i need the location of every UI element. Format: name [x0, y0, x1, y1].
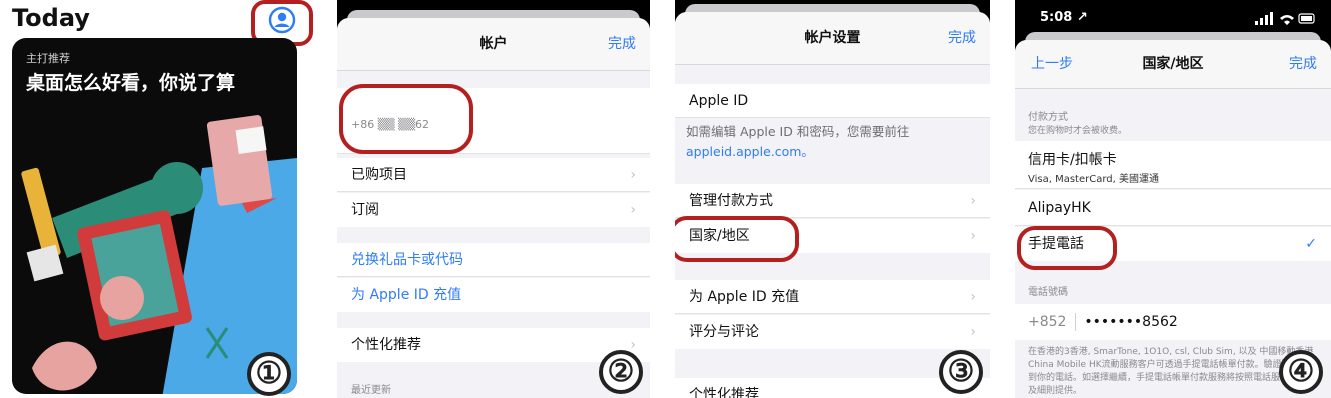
alipay-label: AlipayHK	[1028, 200, 1091, 216]
purchased-label: 已购项目	[351, 167, 407, 183]
card-title: 桌面怎么好看，你说了算	[26, 72, 236, 94]
done-button[interactable]: 完成	[608, 18, 636, 70]
apple-id-note: 如需编辑 Apple ID 和密码，您需要前往 appleid.apple.co…	[686, 122, 980, 162]
personalized-row[interactable]: 个性化推荐 ›	[337, 328, 650, 362]
redeem-row[interactable]: 兑换礼品卡或代码	[337, 243, 650, 277]
apple-id-note-text: 如需编辑 Apple ID 和密码，您需要前往	[686, 124, 910, 139]
card-artwork	[21, 115, 297, 394]
apple-id-link[interactable]: appleid.apple.com。	[686, 144, 814, 159]
chevron-right-icon: ›	[970, 192, 976, 209]
page-title: Today	[12, 4, 90, 32]
credit-card-row[interactable]: 信用卡/扣帳卡 Visa, MasterCard, 美國運通	[1015, 141, 1331, 189]
step-number-1: ①	[247, 352, 291, 396]
recent-updates-header: 最近更新	[351, 385, 391, 396]
personalized-label: 个性化推荐	[351, 337, 421, 353]
account-icon[interactable]	[268, 6, 296, 34]
chevron-right-icon: ›	[630, 166, 636, 183]
account-sheet: 帐户 完成 +86 ▒▒ ▒▒62 已购项目 › 订阅 › 兑换礼品卡或代码 为…	[337, 18, 650, 398]
chevron-right-icon: ›	[970, 288, 976, 305]
ratings-label: 评分与评论	[689, 324, 759, 340]
checkmark-icon: ✓	[1305, 236, 1317, 252]
add-funds-row[interactable]: 为 Apple ID 充值	[337, 278, 650, 312]
status-time: 5:08 ↗	[1040, 10, 1088, 25]
credit-card-label: 信用卡/扣帳卡	[1028, 152, 1117, 168]
add-funds-row[interactable]: 为 Apple ID 充值 ›	[675, 280, 990, 314]
nav-title: 帐户设置	[804, 30, 861, 46]
phone-header: 電話號碼	[1028, 287, 1068, 298]
phone-number: •••••••8562	[1084, 314, 1178, 330]
field-divider	[1074, 313, 1076, 331]
mobile-billing-highlight	[1017, 226, 1117, 270]
subscriptions-label: 订阅	[351, 202, 379, 218]
step-number-4: ④	[1279, 350, 1323, 394]
payment-header: 付款方式	[1028, 112, 1068, 123]
mobile-billing-footnote: 在香港的3香港, SmarTone, 1O1O, csl, Club Sim, …	[1028, 347, 1318, 396]
panel-country-region: 5:08 ↗ 上一步 国家/地区 完成 付款方式 您在购物时才会被收费。 信用卡…	[1015, 0, 1331, 398]
featured-card[interactable]: 主打推荐 桌面怎么好看，你说了算	[12, 38, 297, 394]
add-funds-label: 为 Apple ID 充值	[689, 289, 800, 305]
chevron-right-icon: ›	[970, 228, 976, 244]
country-code: +852	[1028, 314, 1067, 330]
country-highlight	[675, 216, 799, 262]
card-eyebrow: 主打推荐	[26, 52, 70, 65]
panel-account: 帐户 完成 +86 ▒▒ ▒▒62 已购项目 › 订阅 › 兑换礼品卡或代码 为…	[337, 0, 650, 398]
phone-highlight	[339, 84, 473, 154]
step-number-2: ②	[599, 350, 643, 394]
phone-number-field[interactable]: +852 •••••••8562	[1015, 304, 1331, 340]
panel-today: Today 主打推荐 桌面怎么好看，你说了算 ①	[0, 0, 318, 398]
credit-card-sub: Visa, MasterCard, 美國運通	[1028, 174, 1159, 185]
ratings-row[interactable]: 评分与评论 ›	[675, 315, 990, 349]
done-button[interactable]: 完成	[1289, 40, 1317, 88]
payment-label: 管理付款方式	[689, 193, 773, 209]
settings-sheet: 帐户设置 完成 Apple ID 如需编辑 Apple ID 和密码，您需要前往…	[675, 12, 990, 398]
subscriptions-row[interactable]: 订阅 ›	[337, 193, 650, 227]
add-funds-label: 为 Apple ID 充值	[351, 287, 462, 303]
chevron-right-icon: ›	[630, 202, 636, 218]
status-icons	[1255, 11, 1317, 25]
alipay-row[interactable]: AlipayHK	[1015, 190, 1331, 226]
personalized-label: 个性化推荐	[689, 387, 759, 398]
purchased-row[interactable]: 已购项目 ›	[337, 158, 650, 192]
nav-title: 帐户	[479, 36, 508, 52]
nav-title: 国家/地区	[1142, 56, 1204, 72]
payment-row[interactable]: 管理付款方式 ›	[675, 184, 990, 218]
done-button[interactable]: 完成	[948, 12, 976, 64]
payment-subheader: 您在购物时才会被收费。	[1028, 126, 1128, 136]
step-number-3: ③	[939, 350, 983, 394]
panel-account-settings: 帐户设置 完成 Apple ID 如需编辑 Apple ID 和密码，您需要前往…	[675, 0, 990, 398]
chevron-right-icon: ›	[970, 324, 976, 340]
redeem-label: 兑换礼品卡或代码	[351, 252, 463, 268]
apple-id-label: Apple ID	[689, 93, 749, 109]
country-sheet: 上一步 国家/地区 完成 付款方式 您在购物时才会被收费。 信用卡/扣帳卡 Vi…	[1015, 40, 1331, 398]
apple-id-row: Apple ID	[675, 84, 990, 118]
